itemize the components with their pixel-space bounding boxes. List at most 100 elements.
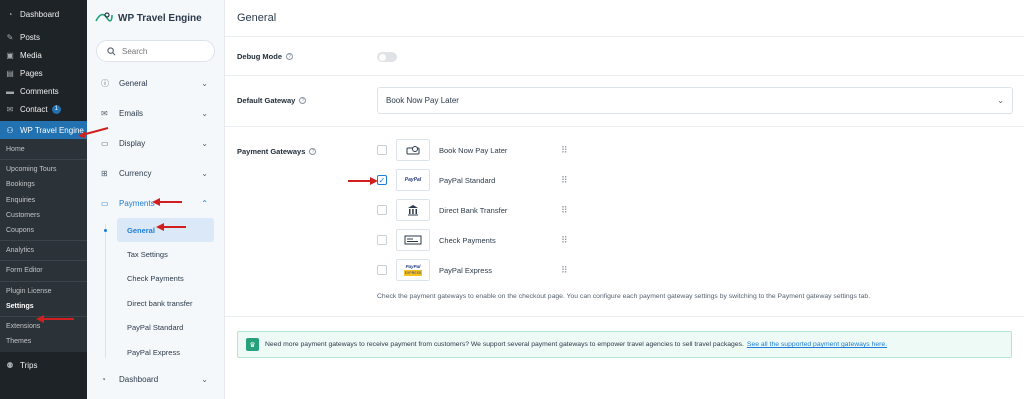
gateway-row: Book Now Pay Later ⠿ <box>377 139 577 161</box>
submenu-customers[interactable]: Customers <box>0 208 87 223</box>
subnav-direct-bank-transfer[interactable]: Direct bank transfer <box>87 291 224 315</box>
trips-icon: ⚉ <box>6 360 14 370</box>
bank-icon <box>408 205 418 216</box>
submenu-settings[interactable]: Settings <box>0 299 87 314</box>
search-icon <box>107 46 116 55</box>
help-icon[interactable]: ? <box>286 53 293 60</box>
menu-wp-travel-engine[interactable]: ⚇ WP Travel Engine <box>0 121 87 139</box>
gateway-row: Check Payments ⠿ <box>377 229 577 251</box>
gateway-checkbox[interactable]: ✓ <box>377 175 387 185</box>
more-gateways-notice: ♛ Need more payment gateways to receive … <box>237 331 1012 358</box>
nav-general[interactable]: ⓘ General ⌄ <box>87 68 224 98</box>
supported-gateways-link[interactable]: See all the supported payment gateways h… <box>747 341 887 348</box>
gateways-help-text: Check the payment gateways to enable on … <box>377 293 871 300</box>
nav-dashboard[interactable]: ◔ Dashboard ⌄ <box>87 364 224 394</box>
gateway-row: Direct Bank Transfer ⠿ <box>377 199 577 221</box>
crown-icon: ♛ <box>246 338 259 351</box>
section-divider <box>225 75 1024 76</box>
chevron-down-icon: ⌄ <box>201 168 208 178</box>
chevron-down-icon: ⌄ <box>201 374 208 384</box>
submenu-divider <box>0 159 87 161</box>
submenu-enquiries[interactable]: Enquiries <box>0 193 87 208</box>
menu-trips[interactable]: ⚉ Trips <box>0 356 87 374</box>
submenu-themes[interactable]: Themes <box>0 334 87 349</box>
mail-icon: ✉ <box>6 104 14 114</box>
nav-currency[interactable]: ⊞ Currency ⌄ <box>87 158 224 188</box>
submenu-plugin-license[interactable]: Plugin License <box>0 284 87 299</box>
display-icon: ▭ <box>101 138 109 148</box>
drag-handle-icon[interactable]: ⠿ <box>561 265 568 276</box>
gateway-checkbox[interactable] <box>377 205 387 215</box>
payment-gateways-label: Payment Gateways? <box>237 147 317 156</box>
menu-dashboard[interactable]: ◔ Dashboard <box>0 5 87 23</box>
contact-count-badge: 1 <box>51 104 61 114</box>
menu-posts[interactable]: ✎ Posts <box>0 28 87 46</box>
submenu-divider <box>0 240 87 242</box>
subnav-paypal-standard[interactable]: PayPal Standard <box>87 316 224 340</box>
logo-mark-icon <box>95 12 113 22</box>
subnav-tax-settings[interactable]: Tax Settings <box>87 242 224 266</box>
submenu-divider <box>0 260 87 262</box>
dashboard-icon: ◔ <box>101 374 106 384</box>
settings-search[interactable] <box>96 40 215 62</box>
menu-comments[interactable]: ▬ Comments <box>0 82 87 100</box>
annotation-arrow <box>152 198 182 206</box>
mail-icon: ✉ <box>101 108 108 118</box>
debug-mode-toggle[interactable] <box>377 52 397 62</box>
drag-handle-icon[interactable]: ⠿ <box>561 235 568 246</box>
cheque-icon <box>404 235 422 245</box>
info-icon: ⓘ <box>101 78 109 88</box>
submenu-divider <box>0 280 87 282</box>
submenu-form-editor[interactable]: Form Editor <box>0 263 87 278</box>
submenu-coupons[interactable]: Coupons <box>0 223 87 238</box>
menu-pages[interactable]: ▤ Pages <box>0 64 87 82</box>
annotation-arrow <box>156 223 186 231</box>
help-icon[interactable]: ? <box>299 97 307 104</box>
media-icon: ▣ <box>6 50 14 60</box>
gateway-row: PayPal EXPRESS PayPal Express ⠿ <box>377 259 577 281</box>
chevron-up-icon: ⌃ <box>201 198 208 208</box>
menu-media[interactable]: ▣ Media <box>0 46 87 64</box>
chevron-down-icon: ⌄ <box>201 108 208 118</box>
annotation-arrow <box>78 127 109 138</box>
subnav-paypal-express[interactable]: PayPal Express <box>87 340 224 364</box>
chevron-down-icon: ⌄ <box>201 78 208 88</box>
subnav-check-payments[interactable]: Check Payments <box>87 267 224 291</box>
chevron-down-icon: ⌄ <box>201 138 208 148</box>
submenu-analytics[interactable]: Analytics <box>0 243 87 258</box>
drag-handle-icon[interactable]: ⠿ <box>561 145 568 156</box>
gateway-checkbox[interactable] <box>377 265 387 275</box>
gateway-checkbox[interactable] <box>377 235 387 245</box>
wp-admin-sidebar: ◔ Dashboard ✎ Posts ▣ Media ▤ Pages ▬ Comment… <box>0 0 87 399</box>
grid-icon: ⊞ <box>101 168 108 178</box>
nav-emails[interactable]: ✉ Emails ⌄ <box>87 98 224 128</box>
wp-travel-engine-logo: WP Travel Engine <box>87 0 224 36</box>
submenu-upcoming-tours[interactable]: Upcoming Tours <box>0 162 87 177</box>
dashboard-icon: ◔ <box>7 9 13 19</box>
submenu-home[interactable]: Home <box>0 142 87 157</box>
section-divider <box>225 316 1024 317</box>
book-now-pay-later-logo <box>396 139 430 161</box>
submenu-bookings[interactable]: Bookings <box>0 177 87 192</box>
menu-contact[interactable]: ✉ Contact 1 <box>0 100 87 118</box>
default-gateway-select[interactable]: Book Now Pay Later ⌄ <box>377 87 1013 114</box>
section-divider <box>225 126 1024 127</box>
active-dot <box>104 228 107 232</box>
help-icon[interactable]: ? <box>309 148 317 155</box>
chevron-down-icon: ⌄ <box>997 96 1004 105</box>
gateway-checkbox[interactable] <box>377 145 387 155</box>
comment-icon: ▬ <box>6 86 14 96</box>
cash-icon <box>406 146 420 155</box>
gateway-row: ✓ PayPal PayPal Standard ⠿ <box>377 169 577 191</box>
bank-logo <box>396 199 430 221</box>
paypal-logo: PayPal <box>396 169 430 191</box>
annotation-arrow <box>348 177 378 185</box>
settings-main: General Debug Mode? Default Gateway? Boo… <box>225 0 1024 399</box>
search-input[interactable] <box>122 46 212 56</box>
drag-handle-icon[interactable]: ⠿ <box>561 205 568 216</box>
check-logo <box>396 229 430 251</box>
paypal-express-logo: PayPal EXPRESS <box>396 259 430 281</box>
pin-icon: ✎ <box>6 32 14 42</box>
drag-handle-icon[interactable]: ⠿ <box>561 175 568 186</box>
payments-subnav: General Tax Settings Check Payments Dire… <box>87 218 224 364</box>
